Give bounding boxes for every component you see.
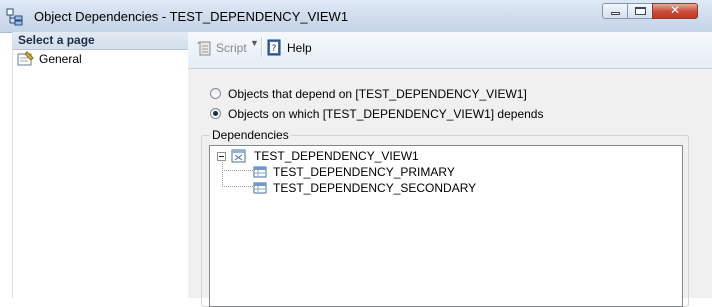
tree-node-child-label: TEST_DEPENDENCY_SECONDARY <box>273 181 477 195</box>
toolbar: Script ▼ ? Help <box>188 32 712 69</box>
radio-depends-circle[interactable] <box>210 108 221 119</box>
maximize-button[interactable] <box>627 3 653 19</box>
help-book-icon: ? <box>267 39 281 56</box>
content-panel: Script ▼ ? Help Objects that depend on [… <box>188 32 712 307</box>
script-dropdown-arrow-icon[interactable]: ▼ <box>250 38 259 48</box>
script-label: Script <box>216 41 247 55</box>
toolbar-separator <box>261 37 263 57</box>
tree-connector <box>222 160 223 187</box>
svg-text:?: ? <box>272 44 277 54</box>
table-icon <box>253 182 267 194</box>
close-button[interactable]: ✕ <box>652 3 698 19</box>
page-selector-title: Select a page <box>18 33 95 47</box>
tree-node-root-label: TEST_DEPENDENCY_VIEW1 <box>254 149 419 163</box>
view-icon <box>231 149 246 163</box>
help-label: Help <box>287 41 312 55</box>
radio-depend-on-label: Objects that depend on [TEST_DEPENDENCY_… <box>228 87 527 101</box>
dependencies-group-title: Dependencies <box>210 128 291 142</box>
page-selector-panel: Select a page General <box>12 32 189 298</box>
minimize-icon <box>611 12 620 15</box>
minimize-button[interactable] <box>602 3 628 19</box>
table-icon <box>253 166 267 178</box>
radio-depend-on-circle[interactable] <box>210 88 221 99</box>
collapse-icon[interactable] <box>217 152 226 161</box>
dependency-tree-icon <box>6 8 23 26</box>
window-title: Object Dependencies - TEST_DEPENDENCY_VI… <box>34 9 349 24</box>
title-bar[interactable]: Object Dependencies - TEST_DEPENDENCY_VI… <box>0 0 712 33</box>
tree-connector <box>222 170 253 171</box>
page-selector-header: Select a page <box>13 32 188 50</box>
maximize-icon <box>635 7 646 15</box>
close-icon: ✕ <box>669 3 681 17</box>
script-icon <box>197 41 211 56</box>
page-settings-icon <box>17 51 34 66</box>
sidebar-item-label: General <box>39 52 82 66</box>
tree-node-child-label: TEST_DEPENDENCY_PRIMARY <box>273 165 455 179</box>
radio-depends-label: Objects on which [TEST_DEPENDENCY_VIEW1]… <box>228 107 544 121</box>
tree-connector <box>222 186 253 187</box>
dependencies-tree[interactable]: TEST_DEPENDENCY_VIEW1 TEST_DEPENDENCY_PR… <box>209 145 683 307</box>
